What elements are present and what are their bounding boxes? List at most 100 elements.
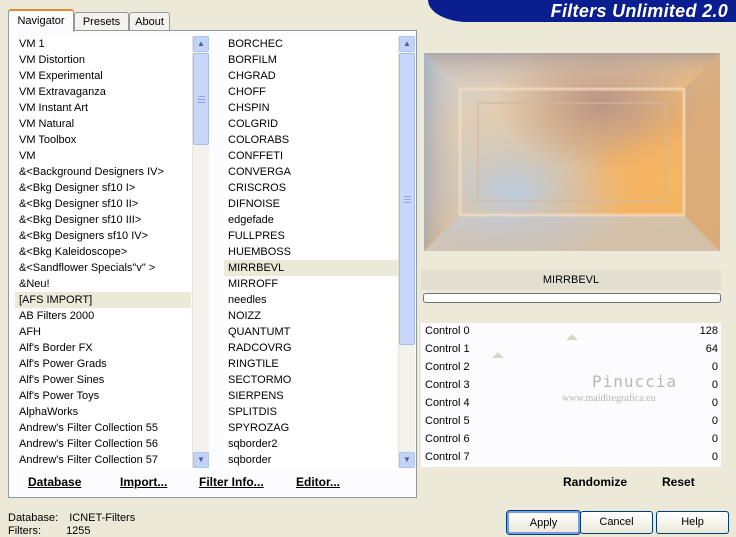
filter-item[interactable]: needles: [224, 292, 398, 308]
app-title: Filters Unlimited 2.0: [550, 1, 728, 21]
database-info: Database: ICNET-Filters: [8, 512, 135, 524]
filters-info: Filters: 1255: [8, 525, 91, 537]
category-item[interactable]: VM Instant Art: [15, 100, 191, 116]
filter-item[interactable]: NOIZZ: [224, 308, 398, 324]
control-row-1[interactable]: Control 1 64: [421, 341, 721, 360]
import-button[interactable]: Import...: [120, 475, 167, 489]
category-item[interactable]: AlphaWorks: [15, 404, 191, 420]
filter-item[interactable]: QUANTUMT: [224, 324, 398, 340]
category-item[interactable]: Alf's Power Sines: [15, 372, 191, 388]
filter-item[interactable]: SPYROZAG: [224, 420, 398, 436]
database-button[interactable]: Database: [28, 475, 81, 489]
control-value: 0: [711, 397, 718, 409]
filter-item[interactable]: DIFNOISE: [224, 196, 398, 212]
control-label: Control 1: [425, 343, 470, 355]
category-item[interactable]: &<Sandflower Specials"v" >: [15, 260, 191, 276]
control-0-slider-thumb[interactable]: [566, 334, 578, 340]
chevron-down-icon[interactable]: ▼: [399, 452, 415, 468]
filter-item[interactable]: BORFILM: [224, 52, 398, 68]
category-item[interactable]: Alf's Power Grads: [15, 356, 191, 372]
editor-button[interactable]: Editor...: [296, 475, 340, 489]
filter-item[interactable]: CRISCROS: [224, 180, 398, 196]
category-item[interactable]: &<Bkg Designer sf10 II>: [15, 196, 191, 212]
tab-presets[interactable]: Presets: [74, 12, 129, 31]
tab-navigator[interactable]: Navigator: [8, 9, 74, 32]
cancel-button[interactable]: Cancel: [580, 511, 653, 534]
filter-scrollbar[interactable]: ▲ ▼: [398, 36, 415, 468]
control-value: 0: [711, 415, 718, 427]
category-item[interactable]: &<Background Designers IV>: [15, 164, 191, 180]
category-item[interactable]: VM Distortion: [15, 52, 191, 68]
tab-about[interactable]: About: [129, 12, 170, 31]
filter-item[interactable]: CHGRAD: [224, 68, 398, 84]
effect-name: MIRRBEVL: [421, 270, 721, 290]
category-item[interactable]: Alf's Power Toys: [15, 388, 191, 404]
apply-button[interactable]: Apply: [506, 510, 581, 535]
control-label: Control 2: [425, 361, 470, 373]
control-label: Control 4: [425, 397, 470, 409]
help-button[interactable]: Help: [656, 511, 729, 534]
database-label: Database:: [8, 512, 59, 524]
filters-value: 1255: [66, 525, 91, 537]
category-item[interactable]: &<Bkg Designer sf10 I>: [15, 180, 191, 196]
category-item[interactable]: VM Extravaganza: [15, 84, 191, 100]
category-item[interactable]: Andrew's Filter Collection 57: [15, 452, 191, 468]
filter-item[interactable]: FULLPRES: [224, 228, 398, 244]
category-list[interactable]: VM 1 VM Distortion VM Experimental VM Extra…: [15, 36, 191, 468]
category-scrollbar[interactable]: ▲ ▼: [192, 36, 209, 468]
filter-scroll-thumb[interactable]: [399, 53, 415, 345]
filter-item[interactable]: RADCOVRG: [224, 340, 398, 356]
filter-item[interactable]: BORCHEC: [224, 36, 398, 52]
filter-item[interactable]: CHSPIN: [224, 100, 398, 116]
filter-item[interactable]: RINGTILE: [224, 356, 398, 372]
category-item[interactable]: Alf's Border FX: [15, 340, 191, 356]
progress-bar: [423, 293, 721, 303]
category-item[interactable]: &<Bkg Designer sf10 III>: [15, 212, 191, 228]
category-item[interactable]: Andrew's Filter Collection 56: [15, 436, 191, 452]
category-scroll-thumb[interactable]: [193, 53, 209, 145]
filter-item[interactable]: SIERPENS: [224, 388, 398, 404]
chevron-up-icon[interactable]: ▲: [399, 36, 415, 52]
filter-item[interactable]: COLGRID: [224, 116, 398, 132]
filter-item[interactable]: sqborder2: [224, 436, 398, 452]
filter-item[interactable]: sqborder: [224, 452, 398, 468]
category-item[interactable]: [AFS IMPORT]: [15, 292, 191, 308]
category-item[interactable]: VM Experimental: [15, 68, 191, 84]
filter-item[interactable]: SPLITDIS: [224, 404, 398, 420]
watermark-name: Pinuccia: [592, 372, 678, 391]
category-item[interactable]: AFH: [15, 324, 191, 340]
randomize-button[interactable]: Randomize: [563, 475, 627, 489]
category-item[interactable]: AB Filters 2000: [15, 308, 191, 324]
category-item[interactable]: Andrew's Filter Collection 55: [15, 420, 191, 436]
chevron-up-icon[interactable]: ▲: [193, 36, 209, 52]
control-row-6[interactable]: Control 6 0: [421, 431, 721, 450]
filter-item[interactable]: SECTORMO: [224, 372, 398, 388]
filter-item[interactable]: MIRRBEVL: [224, 260, 398, 276]
filter-item[interactable]: HUEMBOSS: [224, 244, 398, 260]
filter-item[interactable]: CONFFETI: [224, 148, 398, 164]
watermark-site: www.maidiregrafica.eu: [562, 393, 656, 404]
filter-item[interactable]: CHOFF: [224, 84, 398, 100]
category-item[interactable]: VM Toolbox: [15, 132, 191, 148]
header-banner: Filters Unlimited 2.0: [428, 0, 736, 22]
category-item[interactable]: VM 1: [15, 36, 191, 52]
filter-item[interactable]: edgefade: [224, 212, 398, 228]
reset-button[interactable]: Reset: [662, 475, 695, 489]
filter-item[interactable]: COLORABS: [224, 132, 398, 148]
category-item[interactable]: &Neu!: [15, 276, 191, 292]
control-label: Control 0: [425, 325, 470, 337]
control-1-slider-thumb[interactable]: [492, 352, 504, 358]
category-item[interactable]: VM: [15, 148, 191, 164]
filter-list[interactable]: BORCHEC BORFILM CHGRAD CHOFF CHSPIN COLGRID CO…: [224, 36, 398, 468]
chevron-down-icon[interactable]: ▼: [193, 452, 209, 468]
category-item[interactable]: &<Bkg Kaleidoscope>: [15, 244, 191, 260]
control-value: 0: [711, 361, 718, 373]
filter-item[interactable]: MIRROFF: [224, 276, 398, 292]
control-row-7[interactable]: Control 7 0: [421, 449, 721, 468]
category-item[interactable]: VM Natural: [15, 116, 191, 132]
filter-info-button[interactable]: Filter Info...: [199, 475, 264, 489]
filter-item[interactable]: CONVERGA: [224, 164, 398, 180]
control-value: 64: [705, 343, 718, 355]
category-item[interactable]: &<Bkg Designers sf10 IV>: [15, 228, 191, 244]
control-row-5[interactable]: Control 5 0: [421, 413, 721, 432]
